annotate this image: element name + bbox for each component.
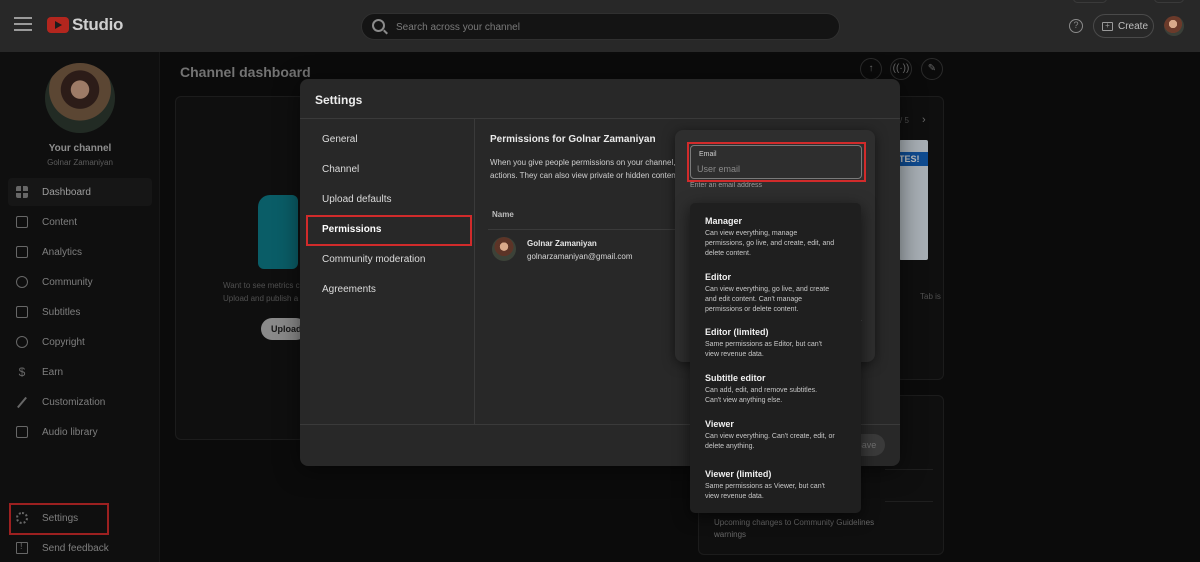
role-option-viewer-limited[interactable]: Viewer (limited) Same permissions as Vie… [705,469,850,502]
settings-tab-channel[interactable]: Channel [322,164,359,175]
top-bar: Studio ? + Create [0,0,1200,52]
role-description-line: delete anything. [705,443,755,450]
user-email: golnarzamaniyan@gmail.com [527,252,633,261]
role-description-line: permissions or delete content. [705,306,799,313]
role-description-line: permissions, go live, and create, edit, … [705,240,835,247]
role-description: Same permissions as Viewer, but can't vi… [705,482,850,502]
account-avatar[interactable] [1164,16,1184,36]
permissions-title: Permissions for Golnar Zamaniyan [490,134,656,145]
role-description-line: delete content. [705,250,751,257]
role-description-line: Same permissions as Editor, but can't [705,341,822,348]
create-button[interactable]: + Create [1093,14,1154,38]
role-description-line: Can view everything, manage [705,230,798,237]
role-description: Can view everything. Can't create, edit,… [705,432,850,452]
email-highlight [687,142,866,182]
role-option-viewer[interactable]: Viewer Can view everything. Can't create… [705,419,850,452]
role-description-line: Can view everything, go live, and create [705,286,830,293]
role-title: Subtitle editor [705,373,766,383]
role-dropdown: Manager Can view everything, manage perm… [690,203,861,513]
dialog-title: Settings [315,93,363,107]
email-help-text: Enter an email address [690,182,762,189]
role-description-line: and edit content. Can't manage [705,296,803,303]
avatar [492,237,516,261]
permissions-highlight [306,215,472,246]
search-icon[interactable] [372,19,385,32]
role-description-line: Same permissions as Viewer, but can't [705,483,825,490]
role-title: Viewer [705,419,734,429]
role-option-editor[interactable]: Editor Can view everything, go live, and… [705,272,850,315]
role-option-subtitle-editor[interactable]: Subtitle editor Can add, edit, and remov… [705,373,850,406]
role-title: Editor (limited) [705,327,769,337]
role-description: Can add, edit, and remove subtitles. Can… [705,386,850,406]
permissions-description-line: When you give people permissions on your… [490,158,675,167]
divider [474,119,475,424]
menu-icon[interactable] [14,17,32,31]
role-title: Editor [705,272,731,282]
role-title: Manager [705,216,743,226]
role-option-manager[interactable]: Manager Can view everything, manage perm… [705,216,850,259]
top-stub [1154,0,1184,3]
create-label: Create [1118,20,1149,32]
help-icon[interactable]: ? [1069,19,1083,33]
create-plus-icon: + [1102,21,1113,31]
role-description-line: Can't view anything else. [705,397,783,404]
permissions-description-line: actions. They can also view private or h… [490,171,675,180]
role-description-line: view revenue data. [705,351,764,358]
role-description: Same permissions as Editor, but can't vi… [705,340,850,360]
role-description-line: view revenue data. [705,493,764,500]
role-description: Can view everything, manage permissions,… [705,229,850,259]
permissions-description: When you give people permissions on your… [490,156,675,182]
search-bar[interactable] [361,13,840,40]
role-description: Can view everything, go live, and create… [705,285,850,315]
search-input[interactable] [396,18,816,36]
settings-tab-general[interactable]: General [322,134,358,145]
role-title: Viewer (limited) [705,469,772,479]
settings-tab-community-moderation[interactable]: Community moderation [322,254,425,265]
column-header-name: Name [492,210,514,219]
divider [488,229,678,230]
top-stub [1073,0,1107,3]
youtube-logo-icon [47,17,69,33]
settings-tab-agreements[interactable]: Agreements [322,284,376,295]
brand-name: Studio [72,15,124,34]
role-description-line: Can add, edit, and remove subtitles. [705,387,818,394]
user-name: Golnar Zamaniyan [527,239,597,248]
role-description-line: Can view everything. Can't create, edit,… [705,433,835,440]
studio-logo[interactable]: Studio [47,15,123,35]
divider [300,118,900,119]
settings-tab-upload-defaults[interactable]: Upload defaults [322,194,392,205]
role-option-editor-limited[interactable]: Editor (limited) Same permissions as Edi… [705,327,850,360]
